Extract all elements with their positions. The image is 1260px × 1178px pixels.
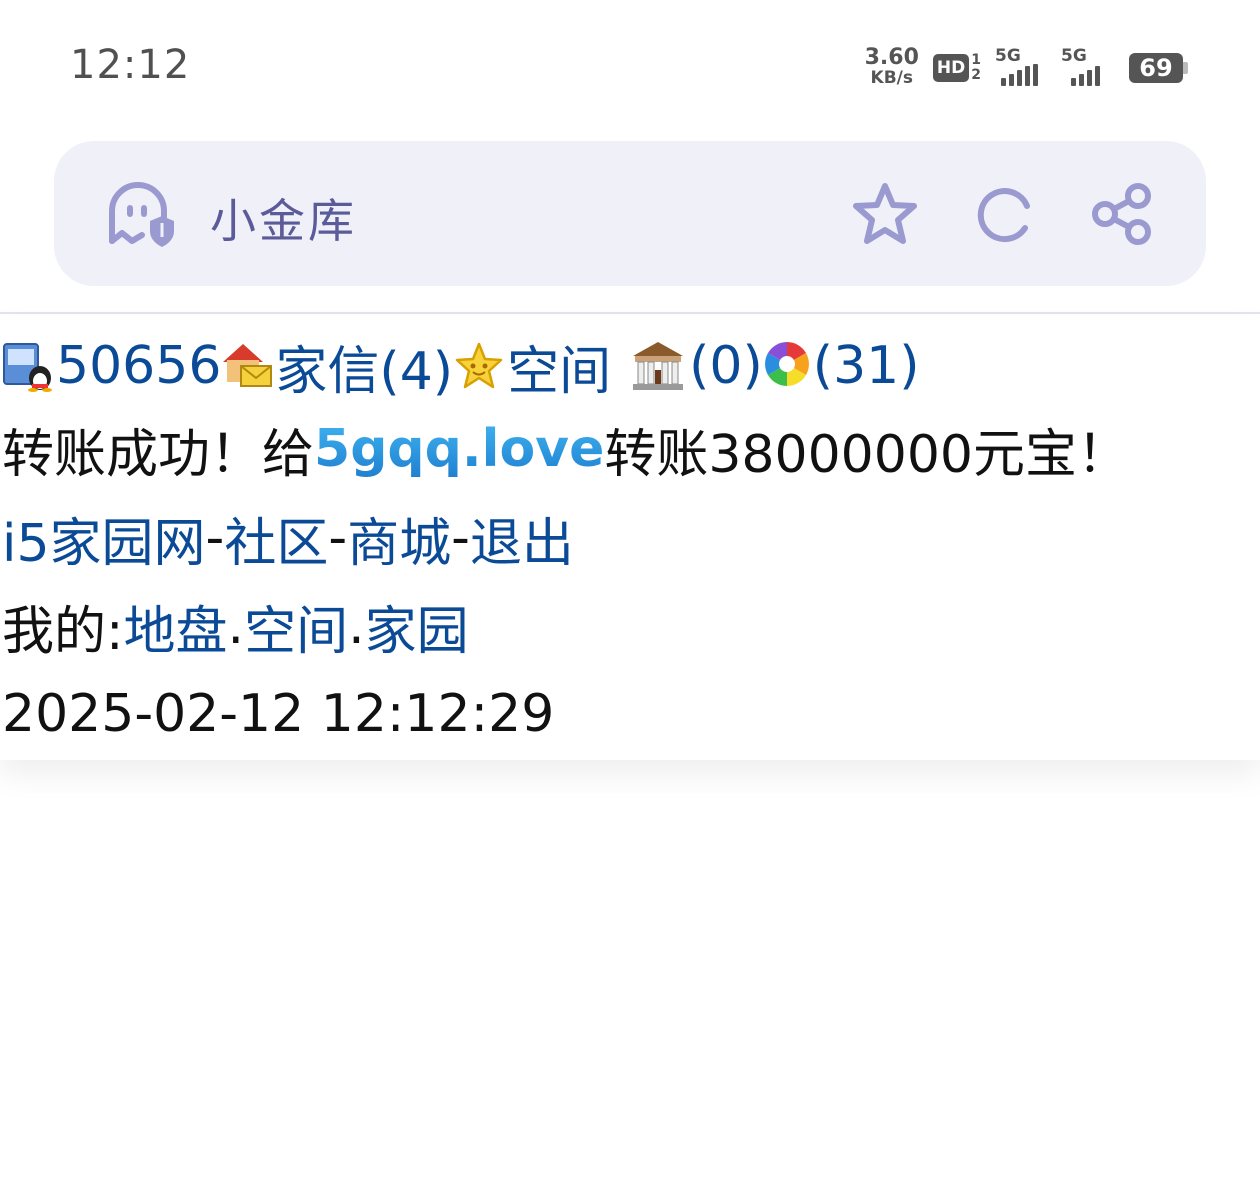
my-space-link[interactable]: 空间 — [244, 589, 348, 664]
signal-5g-icon: 5G — [1061, 46, 1115, 86]
dot-separator: . — [348, 596, 365, 656]
community-link[interactable]: 社区 — [224, 501, 328, 576]
message-suffix: 转账38000000元宝！ — [604, 424, 1130, 485]
bank-icon — [629, 340, 687, 392]
network-speed-value: 3.60 — [864, 45, 919, 70]
status-clock: 12:12 — [70, 42, 191, 88]
user-id-link[interactable]: 50656 — [56, 336, 221, 396]
battery-icon: 69 — [1129, 53, 1188, 83]
qq-user-icon — [2, 340, 54, 392]
hd-sub-bottom: 2 — [971, 67, 981, 83]
dot-separator: . — [227, 596, 245, 656]
photo-count-link[interactable]: (31) — [813, 336, 920, 396]
my-links: 我的: 地盘 . 空间 . 家园 — [2, 586, 469, 666]
star-badge-icon — [453, 340, 505, 392]
mail-house-icon — [221, 340, 273, 392]
hd-label: HD — [932, 54, 970, 82]
nav-separator: - — [205, 508, 225, 568]
refresh-icon — [977, 188, 1030, 243]
my-label: 我的: — [2, 601, 124, 662]
nav-separator: - — [451, 508, 470, 568]
signal-5g-icon: 5G — [995, 46, 1047, 86]
star-icon — [853, 183, 917, 244]
page-content: 50656 家信(4) 空间 (0) (31) 转账成功！给 5gqq.love… — [0, 316, 1260, 760]
my-land-link[interactable]: 地盘 — [124, 589, 228, 664]
mall-link[interactable]: 商城 — [347, 501, 451, 576]
home-link[interactable]: i5家园网 — [2, 501, 206, 576]
ghost-shield-icon[interactable] — [106, 179, 178, 249]
status-indicators: 3.60 KB/s HD 1 2 5G 5G 69 — [865, 46, 1188, 90]
page-timestamp: 2025-02-12 12:12:29 — [2, 684, 555, 744]
app-title: 小金库 — [210, 194, 357, 248]
sim2-label: 5G — [1061, 46, 1087, 66]
network-speed: 3.60 KB/s — [864, 45, 919, 89]
hd-volte-icon: HD 1 2 — [932, 52, 981, 83]
status-bar: 12:12 3.60 KB/s HD 1 2 5G 5G 69 — [0, 0, 1260, 130]
my-home-link[interactable]: 家园 — [365, 589, 469, 664]
share-icon — [1092, 183, 1151, 245]
titlebar-divider — [0, 312, 1260, 314]
favorite-button[interactable] — [850, 179, 920, 249]
refresh-button[interactable] — [970, 179, 1040, 249]
share-button[interactable] — [1087, 179, 1157, 249]
mail-link[interactable]: 家信(4) — [275, 329, 453, 404]
message-prefix: 转账成功！给 — [2, 424, 315, 485]
site-nav: i5家园网 - 社区 - 商城 - 退出 — [2, 498, 574, 578]
logout-link[interactable]: 退出 — [470, 501, 574, 576]
recipient-name[interactable]: 5gqq.love — [314, 419, 604, 479]
mini-app-titlebar: 小金库 — [54, 141, 1206, 286]
nav-separator: - — [328, 508, 348, 568]
transfer-message: 转账成功！给 5gqq.love 转账38000000元宝！ — [2, 406, 1129, 492]
space-link[interactable]: 空间 — [507, 329, 611, 404]
network-speed-unit: KB/s — [870, 68, 913, 88]
hd-sub-top: 1 — [971, 52, 981, 68]
sim1-label: 5G — [995, 46, 1021, 66]
pinwheel-icon — [763, 340, 811, 392]
user-info-bar: 50656 家信(4) 空间 (0) (31) — [2, 326, 920, 406]
battery-level: 69 — [1129, 53, 1183, 83]
bank-count-link[interactable]: (0) — [689, 336, 763, 396]
